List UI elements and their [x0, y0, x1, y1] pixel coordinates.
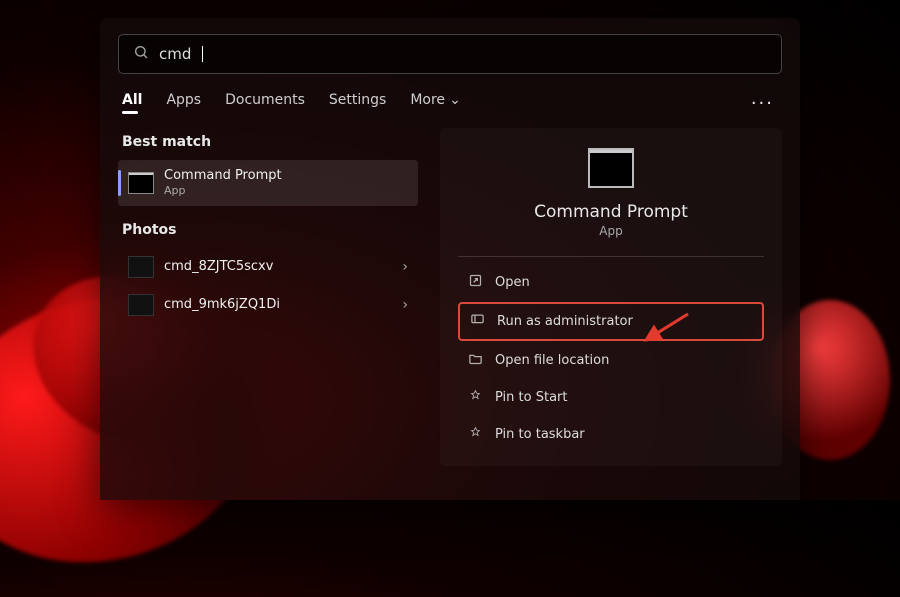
- divider: [458, 256, 764, 257]
- start-search-panel: cmd All Apps Documents Settings More⌄ ··…: [100, 18, 800, 500]
- action-label: Run as administrator: [497, 314, 633, 329]
- result-title: cmd_8ZJTC5scxv: [164, 259, 273, 275]
- search-query: cmd: [159, 45, 191, 63]
- folder-icon: [468, 351, 483, 370]
- overflow-button[interactable]: ···: [747, 93, 778, 114]
- result-command-prompt[interactable]: Command Prompt App: [118, 160, 418, 206]
- action-label: Open: [495, 275, 530, 290]
- search-input[interactable]: cmd: [118, 34, 782, 74]
- photo-result[interactable]: cmd_9mk6jZQ1Di ›: [118, 286, 418, 324]
- best-match-heading: Best match: [122, 134, 418, 150]
- detail-title: Command Prompt: [534, 202, 688, 222]
- pin-icon: [468, 388, 483, 407]
- photo-result[interactable]: cmd_8ZJTC5scxv ›: [118, 248, 418, 286]
- action-pin-to-taskbar[interactable]: Pin to taskbar: [458, 417, 764, 452]
- action-label: Pin to Start: [495, 390, 567, 405]
- tab-apps[interactable]: Apps: [166, 92, 201, 114]
- tab-all[interactable]: All: [122, 92, 142, 114]
- pin-icon: [468, 425, 483, 444]
- image-thumb-icon: [128, 256, 154, 278]
- action-list: Open Run as administrator Open file loca…: [458, 265, 764, 452]
- action-open-file-location[interactable]: Open file location: [458, 343, 764, 378]
- result-title: cmd_9mk6jZQ1Di: [164, 297, 280, 313]
- detail-pane: Command Prompt App Open Run as administr…: [440, 128, 782, 466]
- app-icon: [588, 148, 634, 188]
- action-label: Pin to taskbar: [495, 427, 585, 442]
- open-icon: [468, 273, 483, 292]
- tab-documents[interactable]: Documents: [225, 92, 305, 114]
- results-column: Best match Command Prompt App Photos cmd…: [118, 128, 418, 466]
- chevron-right-icon: ›: [402, 259, 408, 275]
- photos-heading: Photos: [122, 222, 418, 238]
- action-label: Open file location: [495, 353, 609, 368]
- image-thumb-icon: [128, 294, 154, 316]
- chevron-right-icon: ›: [402, 297, 408, 313]
- action-open[interactable]: Open: [458, 265, 764, 300]
- detail-subtitle: App: [599, 224, 622, 238]
- result-title: Command Prompt: [164, 168, 282, 184]
- action-pin-to-start[interactable]: Pin to Start: [458, 380, 764, 415]
- shield-icon: [470, 312, 485, 331]
- chevron-down-icon: ⌄: [449, 92, 461, 108]
- result-subtitle: App: [164, 184, 282, 198]
- filter-tabs: All Apps Documents Settings More⌄ ···: [122, 92, 778, 114]
- tab-more[interactable]: More⌄: [410, 92, 460, 114]
- tab-settings[interactable]: Settings: [329, 92, 386, 114]
- text-caret: [202, 46, 203, 62]
- cmd-icon: [128, 172, 154, 194]
- search-icon: [133, 44, 149, 64]
- action-run-as-administrator[interactable]: Run as administrator: [458, 302, 764, 341]
